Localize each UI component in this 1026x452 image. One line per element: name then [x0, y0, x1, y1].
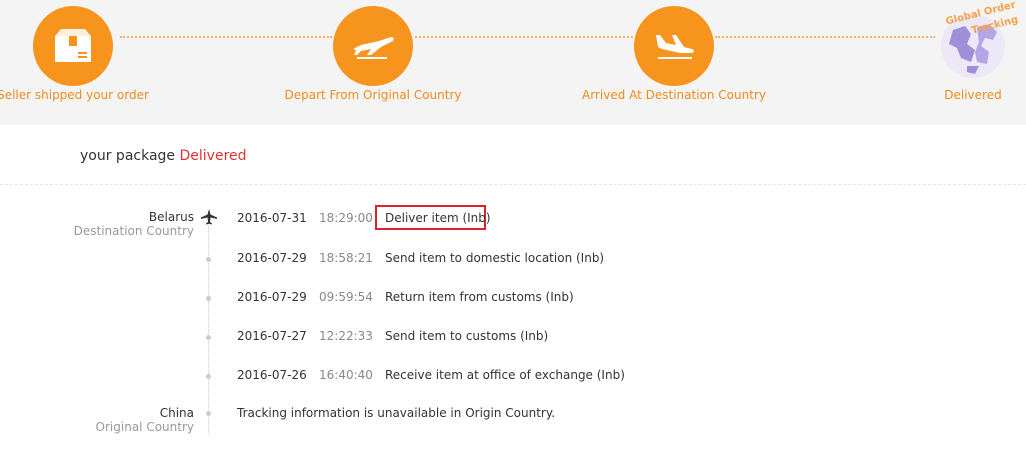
progress-connector	[120, 36, 332, 38]
event-description: Send item to domestic location (Inb)	[385, 251, 605, 265]
event-time: 12:22:33	[319, 329, 373, 343]
event-date: 2016-07-26	[237, 368, 307, 382]
plane-depart-icon	[333, 6, 413, 86]
timeline-line	[208, 222, 209, 434]
event-time: 18:29:00	[319, 211, 373, 225]
origin-note: Tracking information is unavailable in O…	[237, 406, 556, 420]
timeline-dot	[206, 335, 211, 340]
event-description: Return item from customs (Inb)	[385, 290, 574, 304]
step-label: Seller shipped your order	[0, 88, 149, 102]
timeline-dot	[206, 374, 211, 379]
globe-icon: Global Order Tracking	[931, 0, 1019, 84]
origin-location: China Original Country	[96, 406, 194, 434]
progress-connector	[415, 36, 633, 38]
progress-connector	[715, 36, 935, 38]
plane-arrive-icon	[634, 6, 714, 86]
origin-role: Original Country	[95, 420, 194, 434]
tracking-progress-bar: Seller shipped your order Depart From Or…	[0, 0, 1026, 125]
headline-prefix: your package	[80, 148, 176, 164]
event-time: 18:58:21	[319, 251, 373, 265]
event-date: 2016-07-31	[237, 211, 307, 225]
event-time: 09:59:54	[319, 290, 373, 304]
event-description: Send item to customs (Inb)	[385, 329, 549, 343]
event-date: 2016-07-29	[237, 251, 307, 265]
airplane-icon	[200, 209, 218, 229]
step-label: Depart From Original Country	[284, 88, 462, 102]
timeline-dot	[206, 257, 211, 262]
delivery-status-heading: your package Delivered	[80, 148, 247, 164]
event-date: 2016-07-29	[237, 290, 307, 304]
timeline-dot	[206, 296, 211, 301]
timeline-dot	[206, 411, 211, 416]
divider	[0, 184, 1026, 185]
event-date: 2016-07-27	[237, 329, 307, 343]
step-label: Arrived At Destination Country	[582, 88, 766, 102]
event-description: Deliver item (Inb)	[385, 211, 491, 225]
step-label: Delivered	[944, 88, 1002, 102]
status-badge: Delivered	[179, 148, 247, 164]
event-time: 16:40:40	[319, 368, 373, 382]
destination-role: Destination Country	[73, 224, 194, 238]
package-icon	[33, 6, 113, 86]
destination-location: Belarus Destination Country	[74, 210, 194, 238]
destination-place: Belarus	[148, 210, 194, 224]
event-description: Receive item at office of exchange (Inb)	[385, 368, 625, 382]
origin-place: China	[159, 406, 194, 420]
